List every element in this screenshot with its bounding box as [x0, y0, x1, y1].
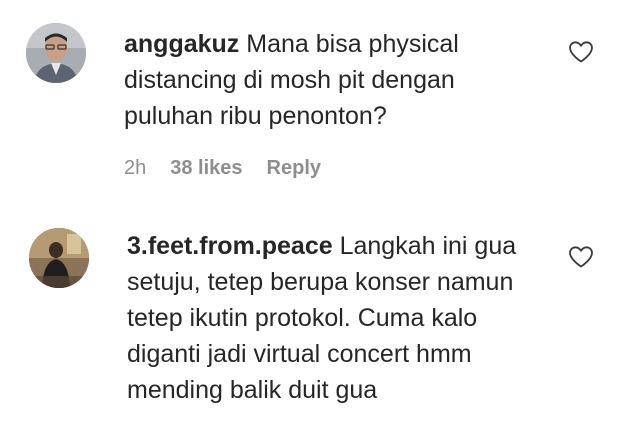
comment-text: 3.feet.from.peace Langkah ini gua setuju…: [127, 228, 557, 408]
avatar[interactable]: [29, 228, 89, 288]
user-avatar-image: [26, 23, 86, 83]
reply-button[interactable]: Reply: [267, 157, 321, 180]
comment-username[interactable]: 3.feet.from.peace: [127, 232, 333, 260]
avatar[interactable]: [26, 23, 86, 83]
comment-time[interactable]: 2h: [124, 157, 146, 180]
heart-outline-icon[interactable]: [568, 40, 594, 64]
comment-meta: 2h 38 likes Reply: [124, 157, 321, 180]
comment-likes[interactable]: 38 likes: [170, 157, 242, 180]
heart-outline-icon[interactable]: [568, 245, 594, 269]
user-avatar-image: [29, 228, 89, 288]
comment-item: anggakuz Mana bisa physical distancing d…: [0, 0, 644, 200]
comment-item: 3.feet.from.peace Langkah ini gua setuju…: [0, 218, 644, 431]
comment-username[interactable]: anggakuz: [124, 30, 239, 58]
comment-text: anggakuz Mana bisa physical distancing d…: [124, 26, 544, 134]
